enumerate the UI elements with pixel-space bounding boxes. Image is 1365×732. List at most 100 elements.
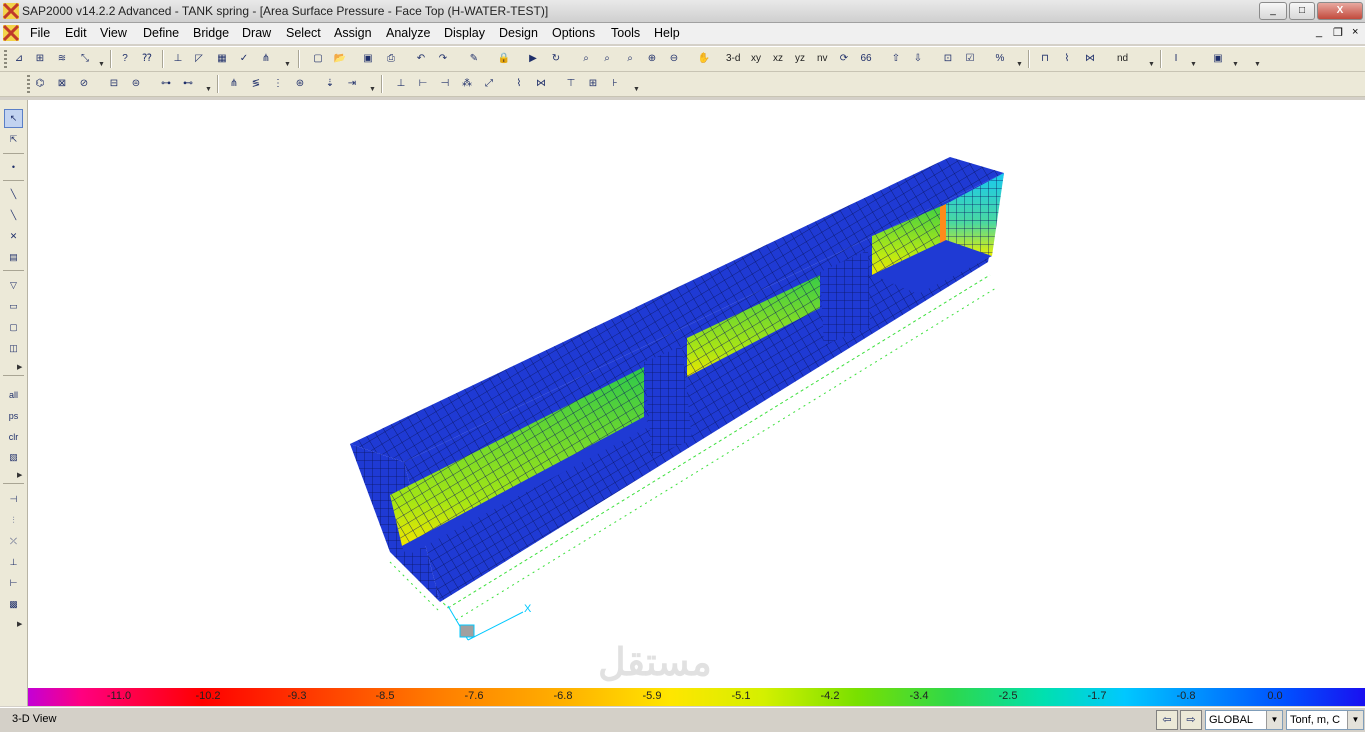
close-button[interactable]: X — [1317, 2, 1363, 20]
open-file-icon[interactable]: 📂 — [332, 51, 348, 67]
redo-icon[interactable]: ↷ — [435, 51, 451, 67]
menu-display[interactable]: Display — [444, 26, 485, 40]
frame-release-icon[interactable]: ⊢ — [415, 76, 431, 92]
frame-load-temperature-icon[interactable]: ⊦ — [607, 76, 623, 92]
quick-draw-area-icon[interactable]: ▢ — [5, 319, 22, 336]
chevron-down-icon[interactable]: ▼ — [1347, 711, 1363, 729]
menu-view[interactable]: View — [100, 26, 127, 40]
joint-mass-icon[interactable]: ⋮ — [270, 76, 286, 92]
assign-solid-icon[interactable]: ⊜ — [128, 76, 144, 92]
assign-frame-icon[interactable]: ⊠ — [54, 76, 70, 92]
menu-assign[interactable]: Assign — [334, 26, 372, 40]
toolbar-grip[interactable] — [4, 50, 7, 68]
display-options-icon[interactable]: ▣ — [1210, 51, 1226, 67]
draw-joint-icon[interactable]: • — [5, 159, 22, 176]
snap-joints-icon[interactable]: ⊣ — [5, 491, 22, 508]
draw-rect-area-icon[interactable]: ▭ — [5, 298, 22, 315]
help-query-icon[interactable]: ? — [117, 51, 133, 67]
draw-tendon-icon[interactable]: ▤ — [5, 249, 22, 266]
area-section-icon[interactable]: ◸ — [191, 51, 207, 67]
mdi-close-button[interactable]: × — [1352, 26, 1358, 38]
joint-springs-icon[interactable]: ≶ — [248, 76, 264, 92]
frame-offset-icon[interactable]: ⊣ — [437, 76, 453, 92]
snap-midpoint-icon[interactable]: ⫶ — [5, 512, 22, 529]
menu-options[interactable]: Options — [552, 26, 595, 40]
snap-lines-icon[interactable]: ⊢ — [5, 575, 22, 592]
new-model-icon[interactable]: ⊿ — [11, 51, 27, 67]
joint-load-icon[interactable]: ⇣ — [322, 76, 338, 92]
chevron-down-icon[interactable]: ▶ — [17, 620, 22, 628]
object-shrink-icon[interactable]: ☑ — [962, 51, 978, 67]
chevron-down-icon[interactable]: ▼ — [1254, 61, 1261, 68]
pan-icon[interactable]: ✋ — [696, 51, 712, 67]
mode-shape-icon[interactable]: ⌇ — [1059, 51, 1075, 67]
maximize-button[interactable]: □ — [1289, 2, 1315, 20]
chevron-down-icon[interactable]: ▼ — [633, 86, 640, 93]
view-3d-button[interactable]: 3-d — [726, 53, 740, 64]
percent-icon[interactable]: % — [992, 51, 1008, 67]
chevron-down-icon[interactable]: ▼ — [1148, 61, 1155, 68]
draw-poly-area-icon[interactable]: ▽ — [5, 277, 22, 294]
zoom-out-icon[interactable]: ⊖ — [666, 51, 682, 67]
units-select[interactable]: Tonf, m, C ▼ — [1286, 710, 1364, 730]
print-icon[interactable]: ⎙ — [383, 51, 399, 67]
grid-edit-icon[interactable]: ⊞ — [32, 51, 48, 67]
set-display-icon[interactable]: ⊡ — [940, 51, 956, 67]
chevron-down-icon[interactable]: ▶ — [17, 363, 22, 371]
mdi-restore-button[interactable]: ❐ — [1333, 26, 1343, 39]
assign-spring-icon[interactable]: ⊷ — [180, 76, 196, 92]
snap-intersection-icon[interactable]: ⤫ — [5, 533, 22, 550]
snap-fine-grid-icon[interactable]: ▩ — [5, 596, 22, 613]
joint-restraint-icon[interactable]: ⋔ — [226, 76, 242, 92]
frame-load-point-icon[interactable]: ⊤ — [563, 76, 579, 92]
chevron-down-icon[interactable]: ▼ — [369, 86, 376, 93]
model-canvas[interactable]: X — [28, 100, 1365, 688]
layers-icon[interactable]: ≋ — [54, 51, 70, 67]
menu-design[interactable]: Design — [499, 26, 538, 40]
assign-joint-icon[interactable]: ⌬ — [32, 76, 48, 92]
axes-icon[interactable]: ⤡ — [77, 51, 93, 67]
check-model-icon[interactable]: ✓ — [236, 51, 252, 67]
shell-icon[interactable]: ▦ — [214, 51, 230, 67]
joint-constraint-icon[interactable]: ⊛ — [292, 76, 308, 92]
menu-edit[interactable]: Edit — [65, 26, 87, 40]
snap-perpendicular-icon[interactable]: ⊥ — [5, 554, 22, 571]
document-icon[interactable] — [3, 25, 19, 41]
rotate-icon[interactable]: ↻ — [548, 51, 564, 67]
forces-icon[interactable]: ⋈ — [1082, 51, 1098, 67]
deformed-shape-icon[interactable]: ⊓ — [1037, 51, 1053, 67]
display-nd-button[interactable]: nd — [1117, 53, 1128, 64]
chevron-down-icon[interactable]: ▼ — [98, 61, 105, 68]
section-cut-icon[interactable]: I — [1168, 51, 1184, 67]
zoom-window-icon[interactable]: ⌕ — [578, 51, 594, 67]
run-analysis-icon[interactable]: ▶ — [525, 51, 541, 67]
toolbar-grip[interactable] — [27, 75, 30, 93]
rotate-3d-icon[interactable]: ⟳ — [836, 51, 852, 67]
new-file-icon[interactable]: ▢ — [310, 51, 326, 67]
menu-analyze[interactable]: Analyze — [386, 26, 430, 40]
frame-output-stations-icon[interactable]: ⁂ — [459, 76, 475, 92]
frame-local-axes-icon[interactable]: ⤢ — [481, 76, 497, 92]
previous-view-button[interactable]: ⇦ — [1156, 710, 1178, 730]
view-yz-button[interactable]: yz — [795, 53, 805, 64]
draw-cable-icon[interactable]: ╲ — [5, 207, 22, 224]
frame-section-icon[interactable]: ⊥ — [170, 51, 186, 67]
coord-system-select[interactable]: GLOBAL ▼ — [1205, 710, 1283, 730]
chevron-down-icon[interactable]: ▼ — [1016, 61, 1023, 68]
save-icon[interactable]: ▣ — [360, 51, 376, 67]
menu-file[interactable]: File — [30, 26, 50, 40]
reshape-icon[interactable]: ⇱ — [5, 131, 22, 148]
perspective-icon[interactable]: 66 — [858, 51, 874, 67]
frame-tension-icon[interactable]: ⋈ — [533, 76, 549, 92]
draw-frame-click-icon[interactable]: ✕ — [5, 228, 22, 245]
view-xz-button[interactable]: xz — [773, 53, 783, 64]
menu-tools[interactable]: Tools — [611, 26, 640, 40]
help-context-icon[interactable]: ⁇ — [139, 51, 155, 67]
zoom-in-icon[interactable]: ⊕ — [644, 51, 660, 67]
frame-load-distributed-icon[interactable]: ⊞ — [585, 76, 601, 92]
chevron-down-icon[interactable]: ▼ — [1190, 61, 1197, 68]
zoom-previous-icon[interactable]: ⌕ — [622, 51, 638, 67]
next-view-button[interactable]: ⇨ — [1180, 710, 1202, 730]
mdi-minimize-button[interactable]: _ — [1316, 26, 1322, 38]
frame-section-assign-icon[interactable]: ⊥ — [393, 76, 409, 92]
